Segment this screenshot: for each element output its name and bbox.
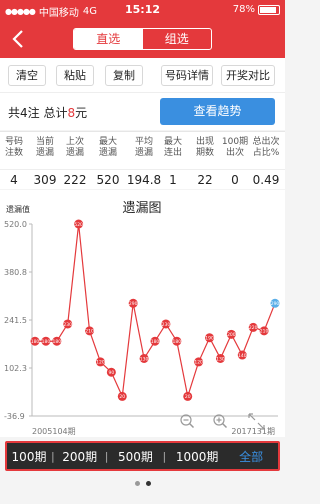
- period-list: 100期 | 200期 | 500期 | 1000期 全部: [7, 443, 278, 469]
- chart-title: 遗漏图: [122, 200, 161, 216]
- data-label-21: 210: [260, 329, 269, 335]
- summary-amount: 8: [67, 106, 76, 120]
- status-bar: ●●●●● 中国移动 4G 15:12 78%: [0, 0, 285, 20]
- series-line: [35, 223, 276, 399]
- page-dot-1: [134, 481, 140, 486]
- status-right: 78%: [233, 4, 280, 15]
- stats-header-4: 平均 遗漏: [134, 137, 153, 158]
- zoom-out-icon[interactable]: [180, 414, 195, 429]
- data-label-10: 130: [140, 356, 149, 362]
- chart-svg[interactable]: 遗漏图 遗漏值 520.0 380.8 241.5 102.3 -36.9 2005104期 2…: [0, 190, 285, 437]
- y-tick-label-3: 102.3: [4, 364, 27, 373]
- summary-prefix: 共4注 总计: [8, 106, 68, 120]
- y-tick-label-0: 520.0: [4, 220, 27, 229]
- data-label-3: 230: [63, 322, 72, 328]
- y-tick-label-2: 241.5: [4, 316, 27, 325]
- stats-header-3: 最大 遗漏: [98, 137, 117, 158]
- select-mode-tabs: 直选 组选: [73, 28, 212, 50]
- x-end-label: 2017131期: [231, 427, 275, 436]
- draw-compare-button[interactable]: 开奖对比: [221, 65, 275, 86]
- stats-header-2: 上次 遗漏: [65, 137, 84, 158]
- data-label-22: 290: [271, 301, 280, 307]
- tab-group[interactable]: 组选: [143, 29, 212, 49]
- view-trend-button[interactable]: 查看趋势: [160, 98, 275, 125]
- x-start-label: 2005104期: [32, 427, 76, 436]
- tab-direct[interactable]: 直选: [74, 29, 143, 49]
- data-label-15: 120: [194, 360, 203, 366]
- data-label-17: 130: [216, 356, 225, 362]
- period-option-2[interactable]: 500期: [108, 448, 162, 465]
- clear-button[interactable]: 清空: [8, 65, 46, 86]
- y-tick-label-1: 380.8: [4, 268, 27, 277]
- stats-header-0: 号码 注数: [4, 137, 23, 158]
- period-option-3[interactable]: 1000期: [166, 448, 228, 465]
- omission-chart: 遗漏图 遗漏值 520.0 380.8 241.5 102.3 -36.9 2005104期 2…: [0, 190, 285, 437]
- stats-table: 号码 注数 4 当前 遗漏 309 上次 遗漏 222 最大 遗漏 520 平均 遗漏 194.8 最大 连出 1…: [0, 131, 285, 189]
- data-label-19: 140: [238, 353, 247, 359]
- data-label-1: 180: [42, 339, 51, 345]
- page-dot-2: [145, 481, 151, 486]
- stats-header-6: 出现 期数: [195, 137, 214, 158]
- copy-button[interactable]: 复制: [105, 65, 143, 86]
- data-label-6: 120: [96, 360, 105, 366]
- data-label-14: 20: [185, 394, 191, 400]
- data-label-16: 190: [205, 336, 214, 342]
- stats-value-2: 222: [63, 173, 87, 187]
- stats-header-1: 当前 遗漏: [35, 137, 54, 158]
- period-selector: 100期 | 200期 | 500期 | 1000期 全部: [5, 441, 280, 471]
- stats-value-3: 520: [96, 173, 120, 187]
- y-tick-label-4: -36.9: [4, 412, 25, 421]
- number-detail-button[interactable]: 号码详情: [161, 65, 213, 86]
- summary-suffix: 元: [75, 106, 88, 120]
- stats-header-7: 100期 出次: [221, 137, 249, 158]
- zoom-in-icon[interactable]: [213, 414, 228, 429]
- data-label-8: 20: [119, 394, 125, 400]
- page-indicator: [0, 481, 285, 486]
- data-label-13: 180: [173, 339, 182, 345]
- period-option-1[interactable]: 200期: [55, 448, 105, 465]
- paste-button[interactable]: 粘贴: [56, 65, 94, 86]
- back-icon[interactable]: [8, 28, 30, 50]
- nav-bar: 直选 组选: [0, 20, 285, 58]
- data-label-11: 180: [151, 339, 160, 345]
- data-label-9: 290: [129, 301, 138, 307]
- stats-value-8: 0.49: [252, 173, 280, 187]
- data-label-18: 200: [227, 332, 236, 338]
- chart-ylabel: 遗漏值: [6, 204, 30, 214]
- data-label-12: 230: [162, 322, 171, 328]
- toolbar: 清空 粘贴 复制 号码详情 开奖对比: [0, 58, 285, 92]
- period-option-0[interactable]: 100期: [7, 448, 51, 465]
- period-option-4[interactable]: 全部: [228, 448, 274, 465]
- data-label-2: 180: [53, 339, 62, 345]
- data-label-20: 220: [249, 325, 258, 331]
- battery-icon: [258, 4, 280, 15]
- summary-bar: 共4注 总计8元 查看趋势: [0, 92, 285, 130]
- summary-text: 共4注 总计8元: [8, 104, 87, 121]
- data-label-7: 90: [108, 370, 114, 376]
- data-label-5: 210: [85, 329, 94, 335]
- stats-header-5: 最大 连出: [163, 137, 182, 158]
- data-label-4: 520: [74, 222, 83, 228]
- stats-header-8: 总出次 占比%: [252, 137, 280, 158]
- stats-value-5: 1: [169, 173, 177, 187]
- battery-percent: 78%: [232, 4, 255, 15]
- data-label-0: 180: [31, 339, 40, 345]
